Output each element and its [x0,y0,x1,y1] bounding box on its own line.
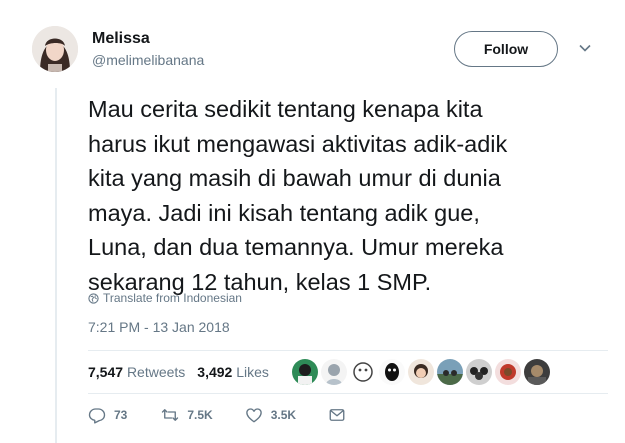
tweet-actions: 73 7.5K 3.5K [88,406,346,424]
tweet-timestamp[interactable]: 7:21 PM - 13 Jan 2018 [88,319,230,335]
liker-avatar[interactable] [524,359,550,385]
message-button[interactable] [328,406,346,424]
globe-icon [88,292,99,304]
translate-link[interactable]: Translate from Indonesian [88,291,242,305]
retweet-button[interactable]: 7.5K [161,406,213,424]
liker-avatar[interactable] [408,359,434,385]
liker-avatar[interactable] [379,359,405,385]
heart-icon [245,408,262,423]
liker-avatar[interactable] [437,359,463,385]
retweets-stat[interactable]: 7,547 Retweets [88,364,185,380]
likes-stat[interactable]: 3,492 Likes [197,364,269,380]
reply-button[interactable]: 73 [88,406,127,424]
chevron-down-icon[interactable] [577,40,593,56]
liker-avatar[interactable] [292,359,318,385]
divider [88,350,608,351]
thread-line [55,88,57,443]
liker-avatar[interactable] [321,359,347,385]
likes-count: 3,492 [197,364,233,380]
author-name[interactable]: Melissa [92,30,150,48]
retweet-count: 7.5K [187,408,213,422]
divider [88,393,608,394]
retweet-icon [162,409,179,421]
like-button[interactable]: 3.5K [245,406,296,424]
liker-avatar[interactable] [466,359,492,385]
author-handle[interactable]: @melimelibanana [92,52,204,68]
reply-count: 73 [114,408,128,422]
retweets-label: Retweets [126,364,186,380]
like-count: 3.5K [270,408,297,422]
avatar[interactable] [32,26,78,72]
follow-button[interactable]: Follow [454,31,558,67]
likes-label: Likes [236,364,269,380]
tweet-stats: 7,547 Retweets 3,492 Likes [88,364,281,380]
tweet-header: Melissa @melimelibanana Follow [32,22,612,78]
translate-label[interactable]: Translate from Indonesian [103,291,242,305]
tweet-text: Mau cerita sedikit tentang kenapa kita h… [88,96,508,295]
liker-avatar[interactable] [350,359,376,385]
liker-avatar[interactable] [495,359,521,385]
retweets-count: 7,547 [88,364,124,380]
liker-avatars [292,359,550,385]
message-icon [329,409,345,421]
reply-icon [88,408,106,424]
